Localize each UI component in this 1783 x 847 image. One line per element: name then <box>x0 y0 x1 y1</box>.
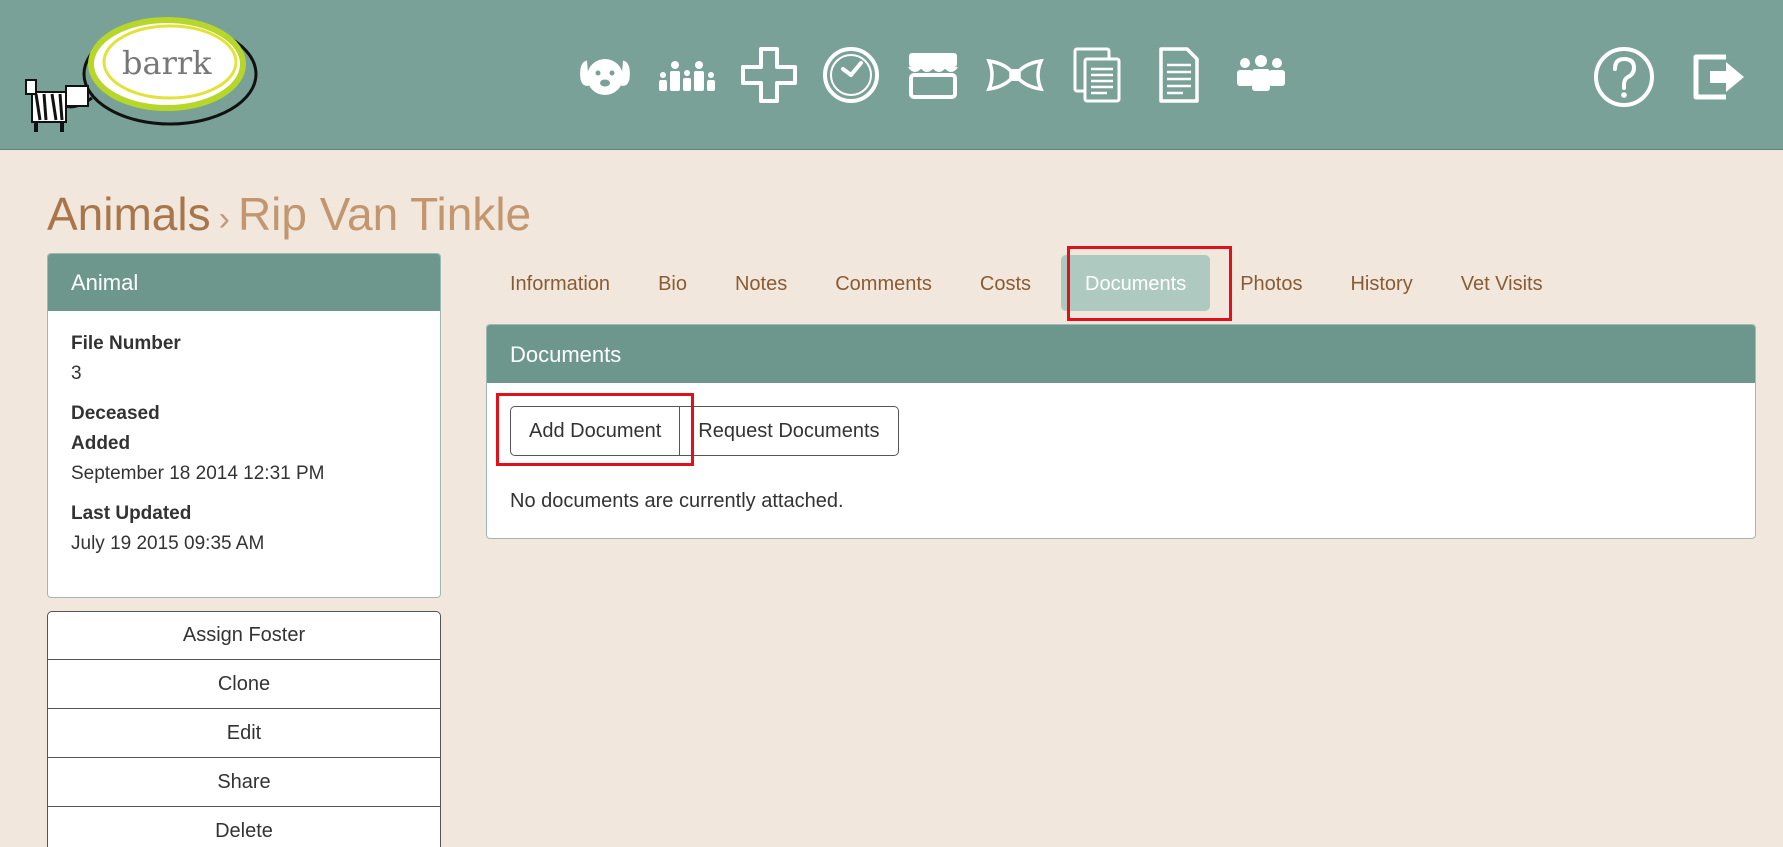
documents-panel-body: Add Document Request Documents No docume… <box>487 383 1755 536</box>
top-navigation-bar: barrk barrk <box>0 0 1783 150</box>
last-updated-value: July 19 2015 09:35 AM <box>71 533 265 554</box>
family-icon[interactable] <box>652 38 722 112</box>
breadcrumb-separator: › <box>218 200 230 238</box>
last-updated-label: Last Updated <box>71 503 192 524</box>
tab-information[interactable]: Information <box>486 255 634 311</box>
empty-documents-message: No documents are currently attached. <box>510 490 844 512</box>
tab-documents[interactable]: Documents <box>1061 255 1211 311</box>
tab-notes[interactable]: Notes <box>711 255 811 311</box>
logout-icon[interactable] <box>1683 40 1753 114</box>
page-title: Rip Van Tinkle <box>237 188 532 240</box>
animal-panel-title: Animal <box>48 254 440 311</box>
share-button[interactable]: Share <box>47 758 441 807</box>
add-document-button[interactable]: Add Document <box>510 406 681 456</box>
animal-tabs: Information Bio Notes Comments Costs Doc… <box>486 255 1567 311</box>
tab-photos[interactable]: Photos <box>1216 255 1326 311</box>
deceased-label: Deceased <box>71 403 160 424</box>
added-value: September 18 2014 12:31 PM <box>71 463 325 484</box>
utility-nav <box>1589 40 1753 114</box>
svg-text:barrk: barrk <box>122 44 212 82</box>
documents-panel: Documents Add Document Request Documents… <box>486 324 1756 539</box>
request-documents-button[interactable]: Request Documents <box>680 406 899 456</box>
tab-vet-visits[interactable]: Vet Visits <box>1437 255 1567 311</box>
bowtie-icon[interactable] <box>980 38 1050 112</box>
documents-stack-icon[interactable] <box>1062 38 1132 112</box>
delete-button[interactable]: Delete <box>47 807 441 847</box>
tab-comments[interactable]: Comments <box>811 255 956 311</box>
breadcrumb-animals-link[interactable]: Animals <box>47 188 211 240</box>
clone-button[interactable]: Clone <box>47 660 441 709</box>
documents-panel-title: Documents <box>487 325 1755 383</box>
added-label: Added <box>71 433 131 454</box>
assign-foster-button[interactable]: Assign Foster <box>47 611 441 660</box>
dog-icon[interactable] <box>570 38 640 112</box>
tab-history[interactable]: History <box>1326 255 1436 311</box>
documents-button-group: Add Document Request Documents <box>510 406 1732 456</box>
help-icon[interactable] <box>1589 40 1659 114</box>
main-nav <box>570 38 1296 112</box>
medical-cross-icon[interactable] <box>734 38 804 112</box>
people-group-icon[interactable] <box>1226 38 1296 112</box>
clock-icon[interactable] <box>816 38 886 112</box>
store-icon[interactable] <box>898 38 968 112</box>
animal-info-panel: Animal File Number 3 Deceased Added Sept… <box>47 253 441 598</box>
edit-button[interactable]: Edit <box>47 709 441 758</box>
animal-fields: File Number 3 Deceased Added September 1… <box>48 311 440 567</box>
animal-actions: Assign Foster Clone Edit Share Delete <box>47 611 441 847</box>
breadcrumb: Animals › Rip Van Tinkle <box>47 187 531 241</box>
tab-bio[interactable]: Bio <box>634 255 711 311</box>
file-number-label: File Number <box>71 333 181 354</box>
file-number-value: 3 <box>71 363 82 384</box>
tab-costs[interactable]: Costs <box>956 255 1055 311</box>
document-icon[interactable] <box>1144 38 1214 112</box>
barrk-logo[interactable]: barrk barrk <box>22 14 262 139</box>
